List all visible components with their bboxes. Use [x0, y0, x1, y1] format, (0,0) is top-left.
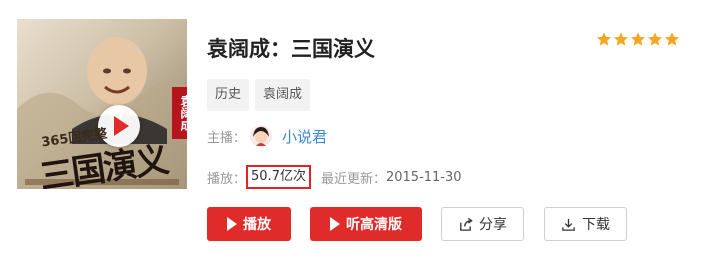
host-label: 主播： — [207, 130, 247, 146]
download-button[interactable]: 下载 — [544, 207, 627, 241]
download-button-label: 下载 — [582, 217, 610, 233]
play-button-label: 播放 — [243, 217, 271, 233]
tag-list: 历史 袁阔成 — [207, 79, 311, 111]
hq-play-button[interactable]: 听高清版 — [310, 207, 422, 241]
host-name-link[interactable]: 小说君 — [282, 126, 327, 147]
rating-stars — [596, 31, 680, 47]
share-icon — [460, 217, 473, 231]
star-icon — [648, 32, 662, 46]
star-icon — [631, 32, 645, 46]
plays-count: 50.7亿次 — [246, 165, 311, 189]
star-icon — [614, 32, 628, 46]
share-button[interactable]: 分享 — [441, 207, 524, 241]
cover-tag: 袁阔成 — [172, 87, 187, 139]
updated-label: 最近更新： — [320, 171, 386, 187]
download-icon — [562, 218, 575, 231]
play-button[interactable]: 播放 — [207, 207, 291, 241]
hq-play-button-label: 听高清版 — [346, 217, 402, 233]
tag-author[interactable]: 袁阔成 — [255, 79, 311, 111]
star-icon — [665, 32, 679, 46]
updated-date: 2015-11-30 — [385, 169, 462, 185]
play-icon — [227, 217, 237, 231]
album-cover[interactable]: 袁阔成 365回完整 三国演义 — [17, 19, 187, 189]
avatar[interactable] — [250, 125, 273, 147]
album-title: 袁阔成：三国演义 — [207, 37, 375, 61]
star-icon — [597, 32, 611, 46]
play-stats: 播放： 50.7亿次 最近更新： 2015-11-30 — [207, 164, 462, 190]
plays-label: 播放： — [207, 171, 247, 187]
tag-history[interactable]: 历史 — [207, 79, 250, 111]
play-icon — [330, 217, 340, 231]
share-button-label: 分享 — [479, 217, 507, 233]
host-row: 主播： 小说君 — [207, 121, 327, 151]
